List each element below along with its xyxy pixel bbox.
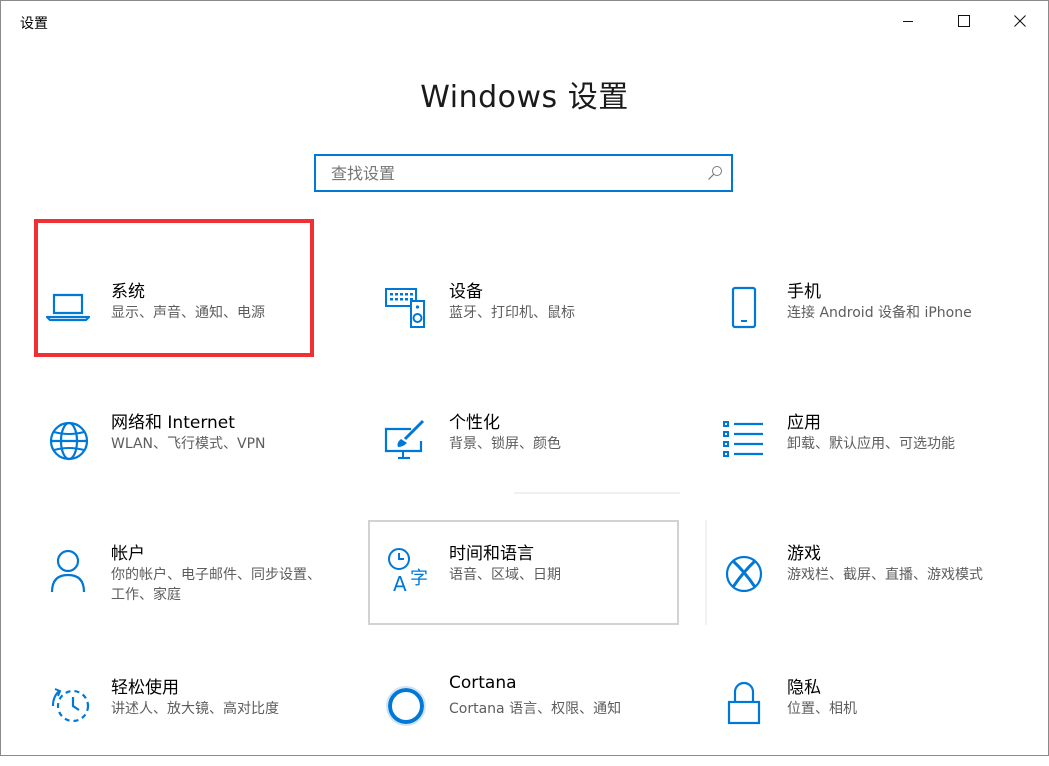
minimize-button[interactable]: [879, 1, 936, 41]
search-icon: [708, 166, 722, 180]
tile-title: 隐私: [787, 678, 821, 698]
tile-description: 讲述人、放大镜、高对比度: [111, 701, 279, 717]
tile-system[interactable]: 系统 显示、声音、通知、电源: [33, 264, 345, 370]
tile-description: 背景、锁屏、颜色: [449, 436, 561, 452]
svg-text:字: 字: [410, 568, 428, 589]
tile-title: 时间和语言: [449, 544, 534, 564]
tile-description: 蓝牙、打印机、鼠标: [449, 305, 575, 321]
tile-description: 连接 Android 设备和 iPhone: [787, 305, 972, 321]
tile-accounts[interactable]: 帐户 你的帐户、电子邮件、同步设置、工作、家庭: [33, 526, 345, 632]
close-icon: [1013, 15, 1026, 27]
xbox-icon: [725, 555, 763, 592]
tile-title: 应用: [787, 413, 821, 433]
tile-title: 设备: [449, 282, 483, 302]
tile-personalization[interactable]: 个性化 背景、锁屏、颜色: [371, 395, 683, 501]
svg-text:A: A: [393, 572, 407, 592]
tile-cortana[interactable]: Cortana Cortana 语言、权限、通知: [371, 660, 683, 766]
cortana-icon: [386, 686, 426, 726]
time-language-icon: A 字: [388, 548, 428, 592]
divider: [705, 520, 707, 625]
tile-phone[interactable]: 手机 连接 Android 设备和 iPhone: [709, 264, 1021, 370]
tile-description: 显示、声音、通知、电源: [111, 305, 265, 321]
phone-icon: [731, 286, 757, 329]
tile-title: 个性化: [449, 413, 500, 433]
lock-icon: [727, 681, 761, 725]
tile-title: 网络和 Internet: [111, 413, 235, 433]
tile-devices[interactable]: 设备 蓝牙、打印机、鼠标: [371, 264, 683, 370]
minimize-icon: [902, 21, 913, 22]
tile-title: 帐户: [111, 544, 145, 564]
tile-gaming[interactable]: 游戏 游戏栏、截屏、直播、游戏模式: [709, 526, 1021, 632]
tile-description: 游戏栏、截屏、直播、游戏模式: [787, 567, 983, 583]
person-icon: [50, 549, 86, 592]
page-title: Windows 设置: [420, 80, 629, 115]
tile-ease-of-access[interactable]: 轻松使用 讲述人、放大镜、高对比度: [33, 660, 345, 766]
maximize-button[interactable]: [935, 1, 992, 41]
tile-description: 位置、相机: [787, 701, 857, 717]
maximize-icon: [957, 15, 970, 27]
globe-icon: [49, 421, 89, 461]
tile-description: 你的帐户、电子邮件、同步设置、工作、家庭: [111, 567, 321, 603]
search-box[interactable]: [314, 154, 733, 192]
tile-title: 游戏: [787, 544, 821, 564]
window-title: 设置: [20, 16, 48, 32]
tile-description: WLAN、飞行模式、VPN: [111, 436, 266, 452]
tile-time-language[interactable]: A 字 时间和语言 语音、区域、日期: [371, 526, 683, 632]
tile-title: 轻松使用: [111, 678, 179, 698]
tile-title: Cortana: [449, 673, 517, 693]
apps-list-icon: [723, 421, 763, 457]
close-button[interactable]: [991, 1, 1048, 41]
tile-description: 卸载、默认应用、可选功能: [787, 436, 955, 452]
search-input[interactable]: [316, 156, 711, 190]
tile-privacy[interactable]: 隐私 位置、相机: [709, 660, 1021, 766]
tile-title: 手机: [787, 282, 821, 302]
tile-description: Cortana 语言、权限、通知: [449, 701, 622, 717]
tile-title: 系统: [111, 282, 145, 302]
keyboard-speaker-icon: [385, 288, 425, 328]
paint-brush-icon: [384, 419, 425, 460]
ease-of-access-icon: [52, 688, 90, 723]
tile-apps[interactable]: 应用 卸载、默认应用、可选功能: [709, 395, 1021, 501]
tile-network[interactable]: 网络和 Internet WLAN、飞行模式、VPN: [33, 395, 345, 501]
laptop-icon: [45, 293, 91, 322]
tile-description: 语音、区域、日期: [449, 567, 561, 583]
title-bar[interactable]: 设置: [1, 1, 1048, 41]
